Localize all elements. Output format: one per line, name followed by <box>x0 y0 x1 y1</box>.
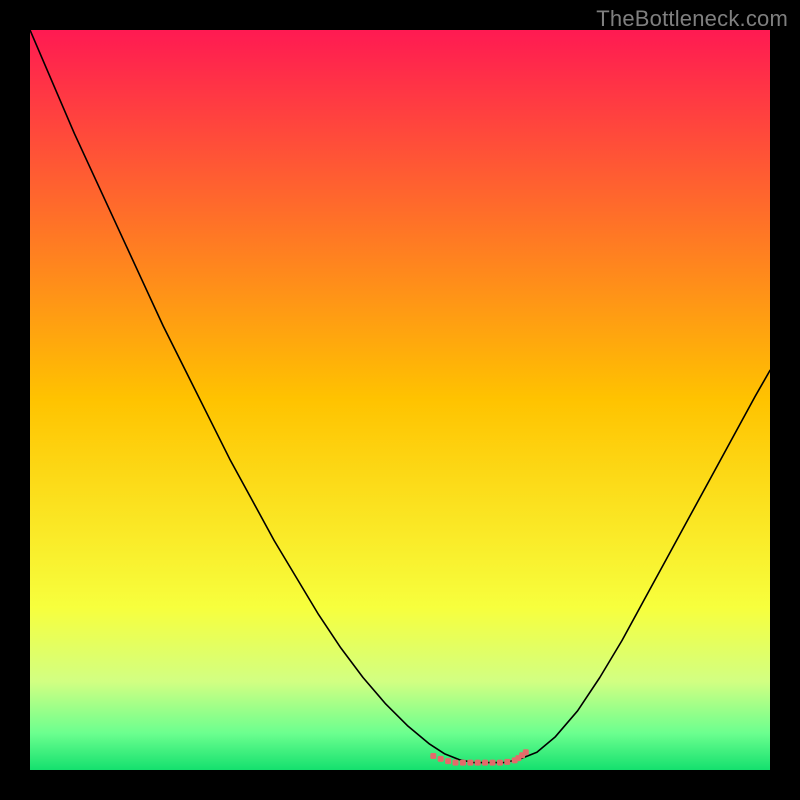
watermark-text: TheBottleneck.com <box>596 6 788 32</box>
curve-layer <box>30 30 770 770</box>
chart-frame: TheBottleneck.com <box>0 0 800 800</box>
bottom-dot-band <box>430 749 529 765</box>
bottleneck-curve <box>30 30 770 763</box>
plot-area <box>30 30 770 770</box>
